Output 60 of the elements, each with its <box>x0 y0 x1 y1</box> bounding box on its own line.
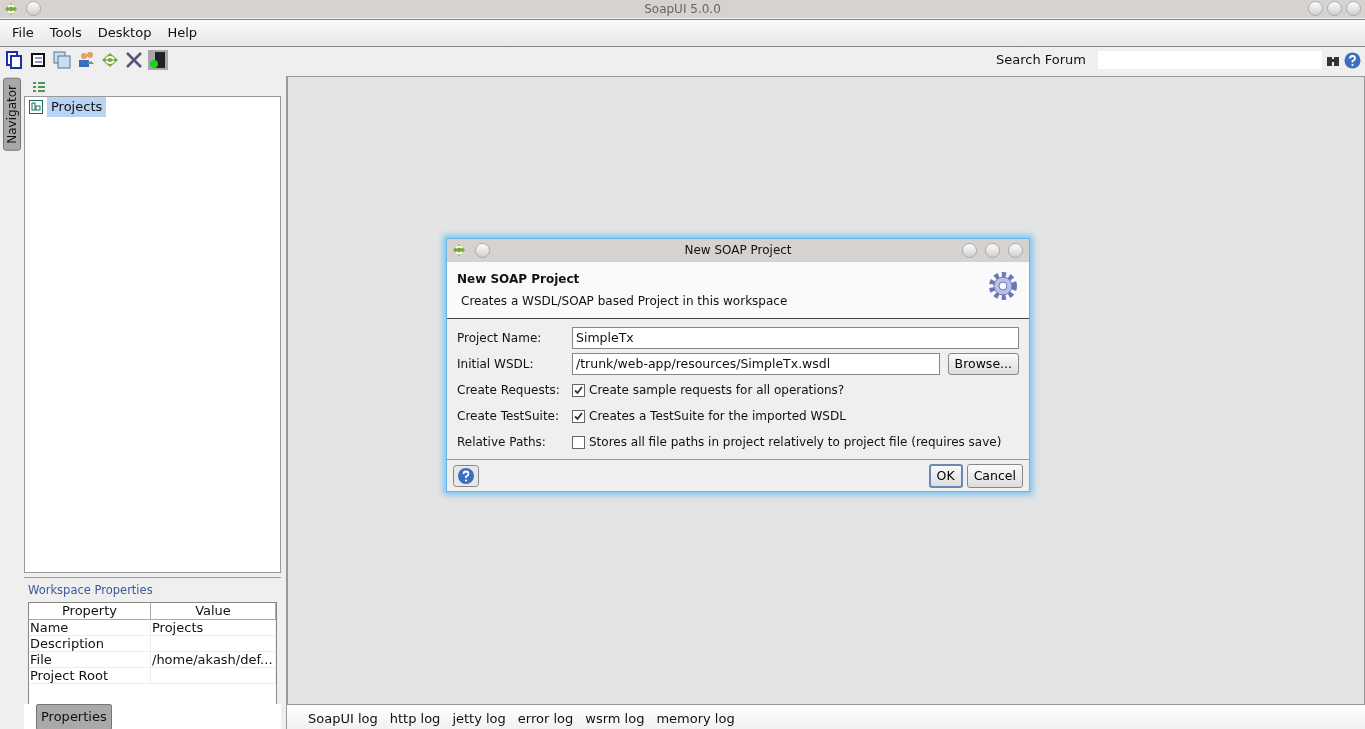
log-tab[interactable]: memory log <box>650 706 741 729</box>
navigator-tab[interactable]: Navigator <box>3 78 21 151</box>
cancel-button[interactable]: Cancel <box>966 463 1023 488</box>
dialog-heading: New SOAP Project <box>457 271 581 288</box>
dialog-description: Creates a WSDL/SOAP based Project in this workspace <box>461 293 789 310</box>
checkbox-label: Creates a TestSuite for the imported WSDL <box>589 408 846 425</box>
workspace-icon <box>29 100 43 114</box>
minimize-icon[interactable] <box>962 243 977 258</box>
table-cell: Project Root <box>29 668 151 685</box>
list-view-icon[interactable] <box>32 79 46 94</box>
checkbox[interactable] <box>572 409 585 423</box>
menu-item[interactable]: Help <box>159 20 206 46</box>
field-label: Create Requests: <box>457 382 561 399</box>
window-menu-icon[interactable] <box>475 243 490 258</box>
tree-item[interactable]: Projects <box>47 97 107 117</box>
checkbox-label: Stores all file paths in project relatively to project file (requires save) <box>589 434 1002 451</box>
log-tab[interactable]: SoapUI log <box>302 706 384 729</box>
menu-item[interactable]: Tools <box>41 20 90 46</box>
close-icon[interactable] <box>1346 1 1361 16</box>
server-icon[interactable] <box>148 50 168 70</box>
ok-button[interactable]: OK <box>928 463 963 488</box>
file-path-field[interactable]: /trunk/web-app/resources/SimpleTx.wsdl <box>572 353 940 375</box>
maximize-icon[interactable] <box>985 243 1000 258</box>
browse-button[interactable]: Browse... <box>947 353 1019 375</box>
minimize-icon[interactable] <box>1308 1 1323 16</box>
new-document-icon[interactable] <box>4 50 24 70</box>
menu-item[interactable]: Desktop <box>89 20 160 46</box>
users-icon[interactable] <box>76 50 96 70</box>
text-field[interactable]: SimpleTx <box>572 327 1019 349</box>
menu-item[interactable]: File <box>4 20 42 46</box>
maximize-icon[interactable] <box>1327 1 1342 16</box>
table-cell: Description <box>29 636 151 653</box>
help-icon[interactable] <box>453 464 479 487</box>
window-menu-icon[interactable] <box>26 1 41 16</box>
table-cell: Projects <box>151 620 276 637</box>
import-icon[interactable] <box>28 50 48 70</box>
checkbox[interactable] <box>572 383 585 397</box>
table-cell: Name <box>29 620 151 637</box>
checkbox[interactable] <box>572 435 585 449</box>
checkbox-label: Create sample requests for all operations? <box>589 382 845 399</box>
log-tab[interactable]: wsrm log <box>579 706 651 729</box>
log-tab[interactable]: error log <box>511 706 580 729</box>
field-label: Relative Paths: <box>457 434 547 451</box>
close-icon[interactable] <box>1008 243 1023 258</box>
properties-tab[interactable]: Properties <box>36 704 112 729</box>
log-tab[interactable]: http log <box>383 706 447 729</box>
field-label: Create TestSuite: <box>457 408 560 425</box>
panel-title: Workspace Properties <box>28 582 154 599</box>
field-label: Project Name: <box>457 330 543 347</box>
gear-icon <box>987 270 1019 302</box>
column-header[interactable]: Property <box>29 603 151 621</box>
search-label: Search Forum <box>996 51 1086 70</box>
table-cell: File <box>29 652 151 669</box>
window-title: SoapUI 5.0.0 <box>644 1 721 18</box>
table-cell: /home/akash/def... <box>151 652 276 669</box>
field-label: Initial WSDL: <box>457 356 535 373</box>
dialog-title: New SOAP Project <box>684 242 792 259</box>
log-tab[interactable]: jetty log <box>446 706 512 729</box>
column-header[interactable]: Value <box>151 603 276 621</box>
help-icon[interactable] <box>1344 51 1361 69</box>
